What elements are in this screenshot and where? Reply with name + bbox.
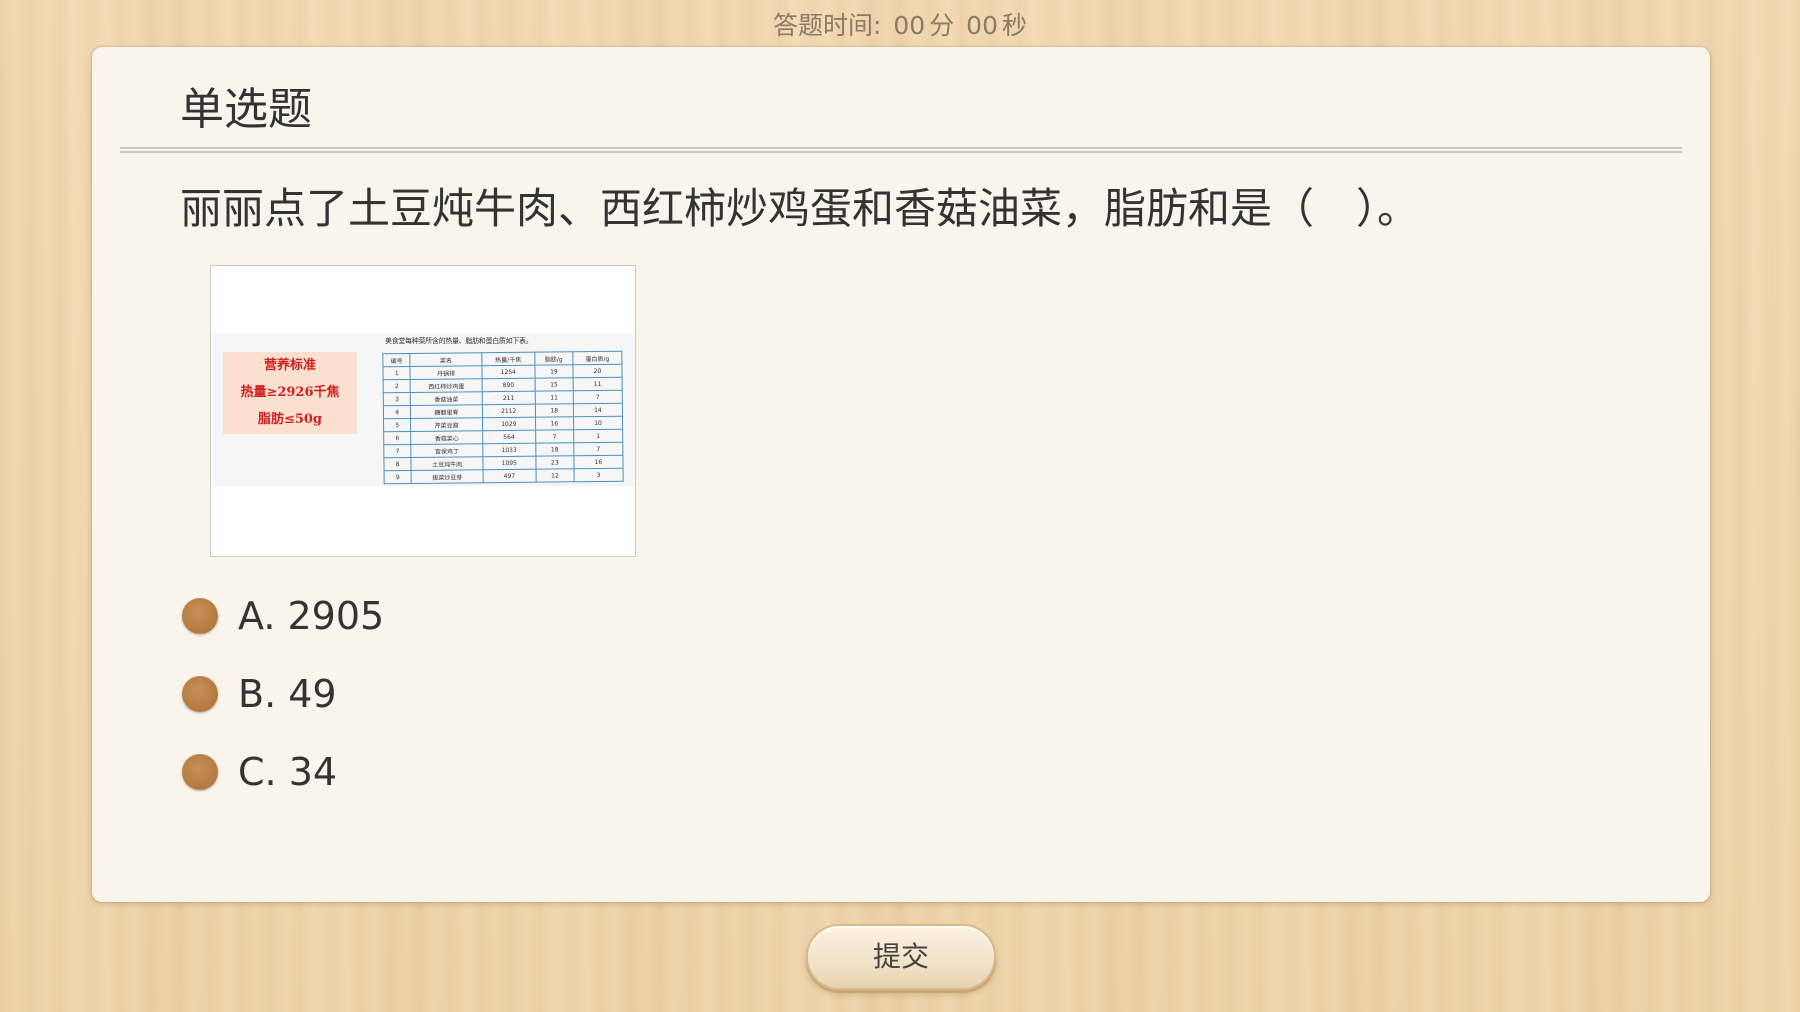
options-list: A. 2905 B. 49 C. 34 <box>182 577 384 811</box>
timer-minutes-unit: 分 <box>929 11 955 40</box>
nutrition-line: 脂肪≤50g <box>257 412 323 427</box>
nutrition-standard-box: 营养标准 热量≥2926千焦 脂肪≤50g <box>223 352 357 434</box>
radio-icon[interactable] <box>182 676 218 712</box>
nutrition-table-wrap: 美食堂每种菜所含的热量、脂肪和蛋白质如下表。 编号 菜名 热量/千焦 脂肪/g … <box>382 336 629 485</box>
table-cell: 丹锅排 <box>410 365 482 380</box>
table-row: 9 拔菜炒豆芽 497 12 3 <box>384 468 624 484</box>
table-cell: 497 <box>482 469 536 483</box>
table-header-cell: 热量/千焦 <box>481 352 535 366</box>
submit-button[interactable]: 提交 <box>806 924 996 990</box>
radio-icon[interactable] <box>182 598 218 634</box>
question-image: 营养标准 热量≥2926千焦 脂肪≤50g 美食堂每种菜所含的热量、脂肪和蛋白质… <box>210 265 636 557</box>
table-cell: 9 <box>384 470 412 484</box>
radio-icon[interactable] <box>182 754 218 790</box>
table-cell: 1095 <box>482 456 536 470</box>
table-header-cell: 脂肪/g <box>534 351 573 366</box>
table-cell: 20 <box>572 364 623 378</box>
timer-label: 答题时间: <box>773 11 882 40</box>
table-cell: 211 <box>481 391 536 405</box>
table-cell: 7 <box>535 429 574 444</box>
table-cell: 1 <box>382 366 411 380</box>
table-cell: 2112 <box>482 404 536 418</box>
table-cell: 19 <box>534 364 573 379</box>
table-cell: 糖醋里脊 <box>410 404 483 419</box>
table-cell: 香菇油菜 <box>410 391 483 406</box>
table-cell: 芹菜豆腐 <box>410 417 483 432</box>
table-cell: 890 <box>481 378 536 392</box>
timer-seconds-unit: 秒 <box>1001 11 1027 40</box>
table-cell: 23 <box>535 455 574 470</box>
option-b[interactable]: B. 49 <box>182 655 384 733</box>
table-header-cell: 菜名 <box>410 352 482 367</box>
table-cell: 11 <box>535 390 574 405</box>
option-label: A. 2905 <box>238 594 385 638</box>
answer-timer: 答题时间: 00 分 00 秒 <box>0 6 1800 42</box>
table-cell: 12 <box>535 468 575 483</box>
table-caption: 美食堂每种菜所含的热量、脂肪和蛋白质如下表。 <box>385 337 533 345</box>
table-cell: 11 <box>572 377 623 391</box>
table-cell: 5 <box>383 418 412 432</box>
table-cell: 18 <box>535 442 574 457</box>
timer-seconds: 00 <box>966 11 998 40</box>
table-cell: 7 <box>383 444 412 458</box>
table-cell: 1254 <box>481 365 535 379</box>
table-cell: 16 <box>573 455 624 469</box>
table-cell: 香菇菜心 <box>411 430 483 445</box>
table-cell: 拔菜炒豆芽 <box>411 469 483 484</box>
table-header-cell: 蛋白质/g <box>572 351 622 365</box>
nutrition-table: 编号 菜名 热量/千焦 脂肪/g 蛋白质/g 1 丹锅排 1254 19 20 2 西红柿炒… <box>382 351 624 485</box>
option-c[interactable]: C. 34 <box>182 733 384 811</box>
nutrition-line: 营养标准 <box>263 358 316 373</box>
table-cell: 3 <box>573 468 624 482</box>
table-cell: 7 <box>573 390 623 404</box>
option-label: B. 49 <box>238 672 337 716</box>
nutrition-line: 热量≥2926千焦 <box>240 385 340 400</box>
table-cell: 1 <box>573 429 623 443</box>
title-divider <box>120 147 1682 153</box>
option-a[interactable]: A. 2905 <box>182 577 384 655</box>
timer-minutes: 00 <box>893 11 926 40</box>
table-cell: 3 <box>383 392 411 406</box>
table-cell: 4 <box>383 405 411 419</box>
table-cell: 1029 <box>482 417 536 431</box>
question-text: 丽丽点了土豆炖牛肉、西红柿炒鸡蛋和香菇油菜，脂肪和是（ ）。 <box>180 184 1420 233</box>
table-cell: 564 <box>482 430 536 444</box>
table-cell: 16 <box>535 416 574 431</box>
table-cell: 2 <box>383 379 411 393</box>
table-cell: 8 <box>383 457 412 471</box>
question-type-title: 单选题 <box>180 84 312 135</box>
table-cell: 6 <box>383 431 412 445</box>
table-cell: 7 <box>573 442 623 456</box>
question-card: 单选题 丽丽点了土豆炖牛肉、西红柿炒鸡蛋和香菇油菜，脂肪和是（ ）。 营养标准 … <box>92 47 1710 902</box>
table-cell: 宫保鸡丁 <box>411 443 483 458</box>
table-cell: 14 <box>573 403 623 417</box>
table-cell: 土豆炖牛肉 <box>411 456 483 471</box>
table-cell: 1033 <box>482 443 536 457</box>
table-cell: 西红柿炒鸡蛋 <box>410 378 482 393</box>
table-header-cell: 编号 <box>382 353 411 367</box>
table-cell: 18 <box>535 403 574 418</box>
table-cell: 10 <box>573 416 623 430</box>
option-label: C. 34 <box>238 750 338 794</box>
table-cell: 15 <box>534 377 574 392</box>
